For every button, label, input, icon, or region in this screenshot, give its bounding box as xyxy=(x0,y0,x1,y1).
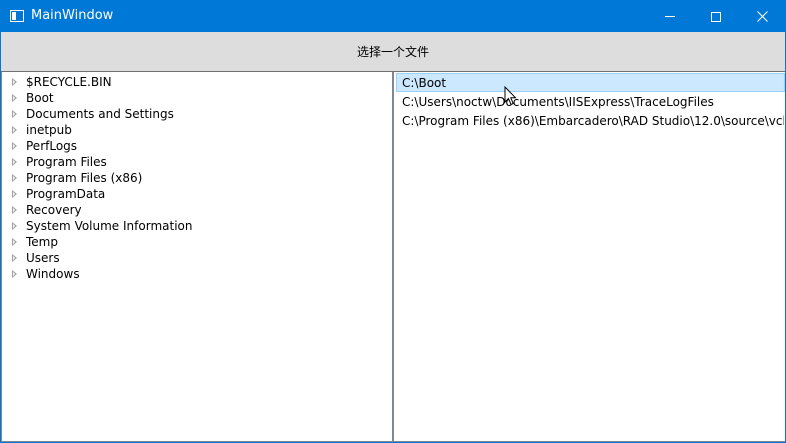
maximize-button[interactable] xyxy=(693,1,739,32)
mouse-pointer-icon xyxy=(504,86,517,106)
chevron-right-icon[interactable] xyxy=(12,142,17,150)
tree-item-label: Temp xyxy=(26,235,58,249)
tree-item-label: PerfLogs xyxy=(26,139,78,153)
tree-item[interactable]: ProgramData xyxy=(10,186,192,202)
window-app-icon xyxy=(10,10,24,22)
tree-item-label: $RECYCLE.BIN xyxy=(26,75,112,89)
tree-item[interactable]: inetpub xyxy=(10,122,192,138)
tree-item-label: Windows xyxy=(26,267,80,281)
tree-item-label: ProgramData xyxy=(26,187,106,201)
chevron-right-icon[interactable] xyxy=(12,94,17,102)
title-bar[interactable]: MainWindow xyxy=(1,1,785,32)
minimize-button[interactable] xyxy=(647,1,693,32)
tree-item[interactable]: PerfLogs xyxy=(10,138,192,154)
tree-item-label: Users xyxy=(26,251,60,265)
tree-item-label: Boot xyxy=(26,91,54,105)
tree-item-label: Documents and Settings xyxy=(26,107,174,121)
tree-item[interactable]: Windows xyxy=(10,266,192,282)
chevron-right-icon[interactable] xyxy=(12,254,17,262)
tree-item[interactable]: Program Files (x86) xyxy=(10,170,192,186)
tree-item[interactable]: Recovery xyxy=(10,202,192,218)
chevron-right-icon[interactable] xyxy=(12,238,17,246)
tree-item[interactable]: $RECYCLE.BIN xyxy=(10,74,192,90)
tree-item[interactable]: System Volume Information xyxy=(10,218,192,234)
tree-item-label: Program Files (x86) xyxy=(26,171,143,185)
tree-item-label: inetpub xyxy=(26,123,72,137)
chevron-right-icon[interactable] xyxy=(12,174,17,182)
tree-item-label: Program Files xyxy=(26,155,107,169)
minimize-icon xyxy=(665,16,675,17)
tree-item[interactable]: Temp xyxy=(10,234,192,250)
list-item[interactable]: C:\Users\noctw\Documents\IISExpress\Trac… xyxy=(396,92,785,111)
folder-tree-view[interactable]: $RECYCLE.BIN Boot Documents and Settings in… xyxy=(1,72,393,442)
window-title: MainWindow xyxy=(31,8,114,23)
close-button[interactable] xyxy=(739,1,785,32)
tree-item-label: Recovery xyxy=(26,203,82,217)
tree-item[interactable]: Boot xyxy=(10,90,192,106)
chevron-right-icon[interactable] xyxy=(12,190,17,198)
chevron-right-icon[interactable] xyxy=(12,206,17,214)
chevron-right-icon[interactable] xyxy=(12,222,17,230)
tree-item[interactable]: Users xyxy=(10,250,192,266)
chevron-right-icon[interactable] xyxy=(12,110,17,118)
list-item[interactable]: C:\Program Files (x86)\Embarcadero\RAD S… xyxy=(396,111,785,130)
tree-item-label: System Volume Information xyxy=(26,219,193,233)
chevron-right-icon[interactable] xyxy=(12,126,17,134)
list-item[interactable]: C:\Boot xyxy=(396,73,785,92)
list-item-label: C:\Program Files (x86)\Embarcadero\RAD S… xyxy=(402,113,785,128)
close-icon xyxy=(756,11,768,22)
tree-item[interactable]: Documents and Settings xyxy=(10,106,192,122)
file-list: C:\Boot C:\Users\noctw\Documents\IISExpre… xyxy=(396,73,785,130)
chevron-right-icon[interactable] xyxy=(12,158,17,166)
chevron-right-icon[interactable] xyxy=(12,78,17,86)
bottom-border xyxy=(1,441,785,442)
main-window: MainWindow 选择一个文件 $RECYCLE.BIN Boot Docume… xyxy=(0,0,786,443)
list-item-label: C:\Users\noctw\Documents\IISExpress\Trac… xyxy=(402,94,714,109)
folder-tree: $RECYCLE.BIN Boot Documents and Settings in… xyxy=(10,74,192,282)
file-list-view[interactable]: C:\Boot C:\Users\noctw\Documents\IISExpre… xyxy=(393,72,785,442)
choose-file-button[interactable]: 选择一个文件 xyxy=(1,32,785,72)
maximize-icon xyxy=(711,11,721,22)
list-item-label: C:\Boot xyxy=(402,75,447,90)
chevron-right-icon[interactable] xyxy=(12,270,17,278)
tree-item[interactable]: Program Files xyxy=(10,154,192,170)
